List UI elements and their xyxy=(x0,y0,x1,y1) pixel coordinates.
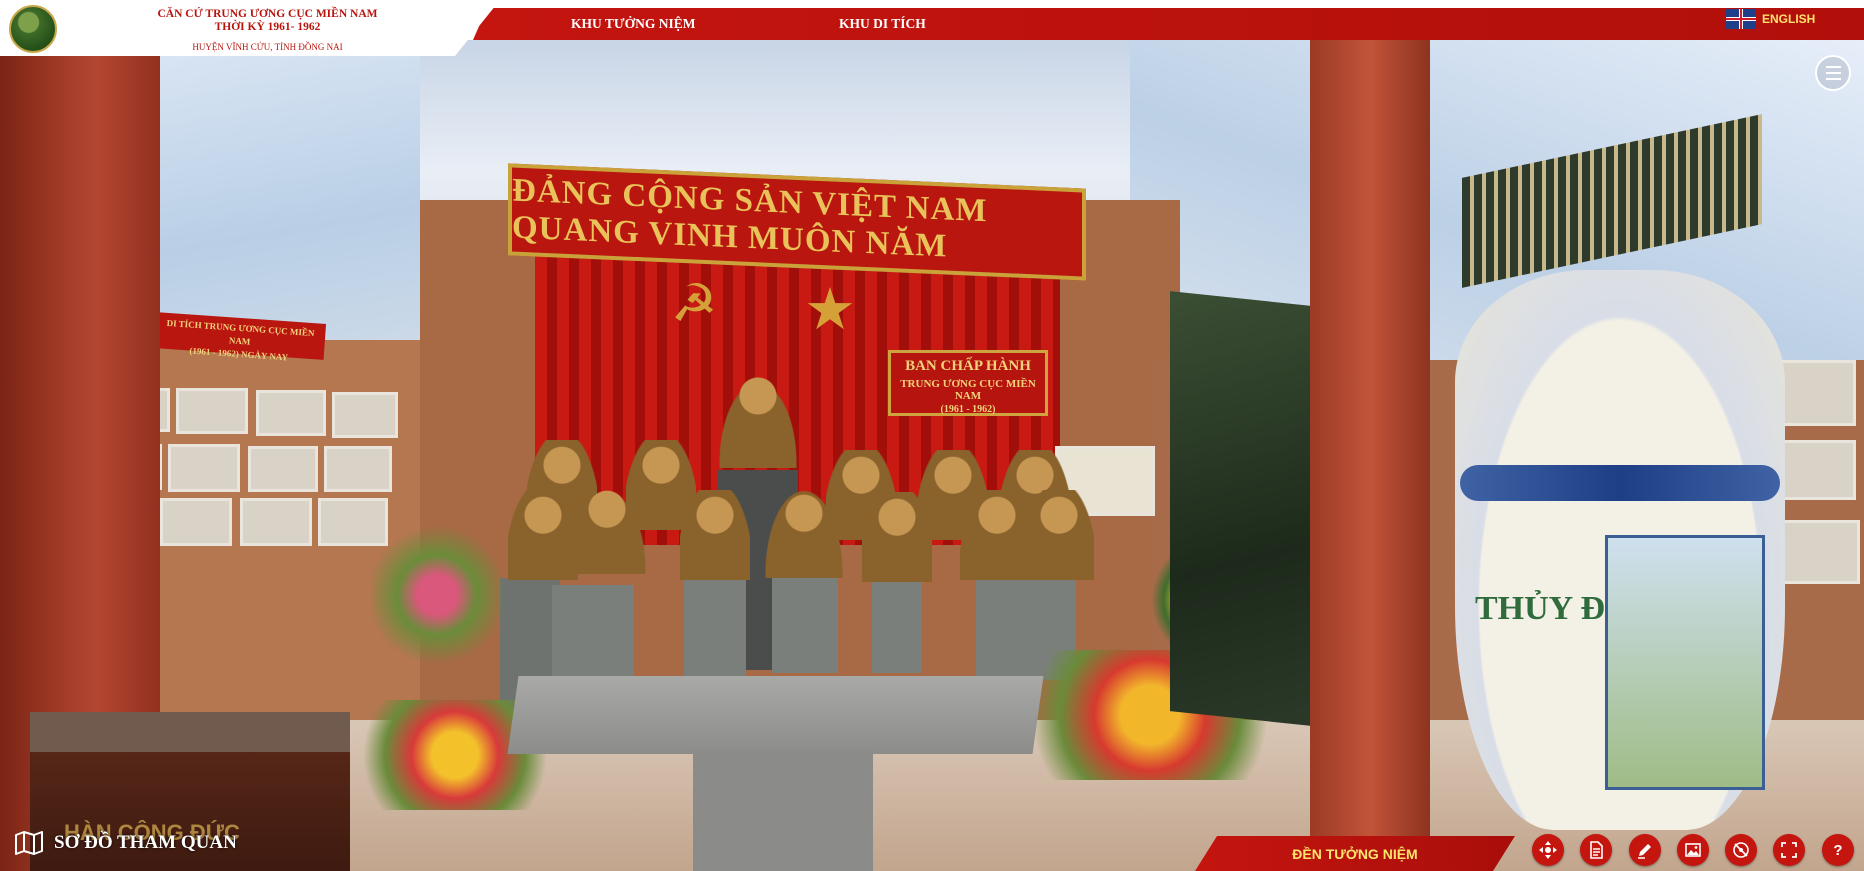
current-location-label[interactable]: ĐỀN TƯỞNG NIỆM xyxy=(1195,836,1515,871)
tour-map-link[interactable]: SƠ ĐỒ THAM QUAN xyxy=(14,830,237,856)
site-subtitle: HUYỆN VĨNH CỬU, TỈNH ĐỒNG NAI xyxy=(192,42,343,52)
vase-band xyxy=(1460,465,1780,501)
wall-photo xyxy=(168,444,240,492)
panorama-view[interactable]: DI TÍCH TRUNG ƯƠNG CỤC MIỀN NAM (1961 - … xyxy=(0,0,1864,871)
offering-table xyxy=(507,676,1044,754)
tour-map-label: SƠ ĐỒ THAM QUAN xyxy=(54,832,237,853)
plaque-line: BAN CHẤP HÀNH xyxy=(905,358,1031,374)
wall-photo xyxy=(240,498,312,546)
site-title-line: CĂN CỨ TRUNG ƯƠNG CỤC MIỀN NAM xyxy=(157,8,378,20)
wall-photo xyxy=(324,446,392,492)
gyroscope-icon[interactable] xyxy=(1725,834,1757,866)
hamburger-menu-icon[interactable] xyxy=(1815,55,1851,91)
bust xyxy=(764,488,844,578)
plaque-line: TRUNG ƯƠNG CỤC MIỀN NAM xyxy=(900,378,1036,402)
document-icon[interactable] xyxy=(1580,834,1612,866)
wall-photo xyxy=(160,498,232,546)
vase-painting xyxy=(1605,535,1765,790)
site-title[interactable]: CĂN CỨ TRUNG ƯƠNG CỤC MIỀN NAM THỜI KỲ 1… xyxy=(105,8,430,34)
central-bust xyxy=(712,368,804,468)
nav-item-khu-di-tich[interactable]: KHU DI TÍCH xyxy=(839,16,926,32)
committee-plaque: BAN CHẤP HÀNH TRUNG ƯƠNG CỤC MIỀN NAM (1… xyxy=(888,350,1048,416)
bust xyxy=(1024,490,1094,580)
bust xyxy=(564,484,650,574)
fullscreen-icon[interactable] xyxy=(1773,834,1805,866)
edit-icon[interactable] xyxy=(1629,834,1661,866)
bust xyxy=(680,490,750,580)
star-icon: ★ xyxy=(804,277,856,342)
bust xyxy=(862,492,932,582)
uk-flag-icon xyxy=(1726,9,1756,29)
site-title-line: THỜI KỲ 1961- 1962 xyxy=(214,21,321,33)
top-bar: CĂN CỨ TRUNG ƯƠNG CỤC MIỀN NAM THỜI KỲ 1… xyxy=(0,0,1864,56)
wall-photo xyxy=(256,390,326,436)
navigate-icon[interactable] xyxy=(1532,834,1564,866)
bust xyxy=(960,490,1034,580)
donation-box-top xyxy=(30,712,350,752)
wall-photo xyxy=(1774,520,1860,584)
pedestal xyxy=(772,578,838,673)
help-icon[interactable]: ? xyxy=(1822,834,1854,866)
gallery-icon[interactable] xyxy=(1677,834,1709,866)
wall-photo xyxy=(176,388,248,434)
svg-text:?: ? xyxy=(1833,842,1842,859)
pedestal xyxy=(872,578,922,673)
flower-arrangement xyxy=(372,520,502,670)
map-icon xyxy=(15,831,43,855)
wall-photo xyxy=(248,446,318,492)
language-switch[interactable]: ENGLISH xyxy=(1726,9,1815,29)
wall-photo xyxy=(332,392,398,438)
nav-item-khu-tuong-niem[interactable]: KHU TƯỞNG NIỆM xyxy=(571,16,696,32)
plaque-line: (1961 - 1962) xyxy=(940,404,996,415)
hammer-sickle-icon: ☭ xyxy=(670,276,718,333)
right-pillar xyxy=(1310,40,1430,871)
table-base xyxy=(693,750,873,871)
organization-seal-icon[interactable] xyxy=(9,5,57,53)
language-label: ENGLISH xyxy=(1762,12,1816,26)
